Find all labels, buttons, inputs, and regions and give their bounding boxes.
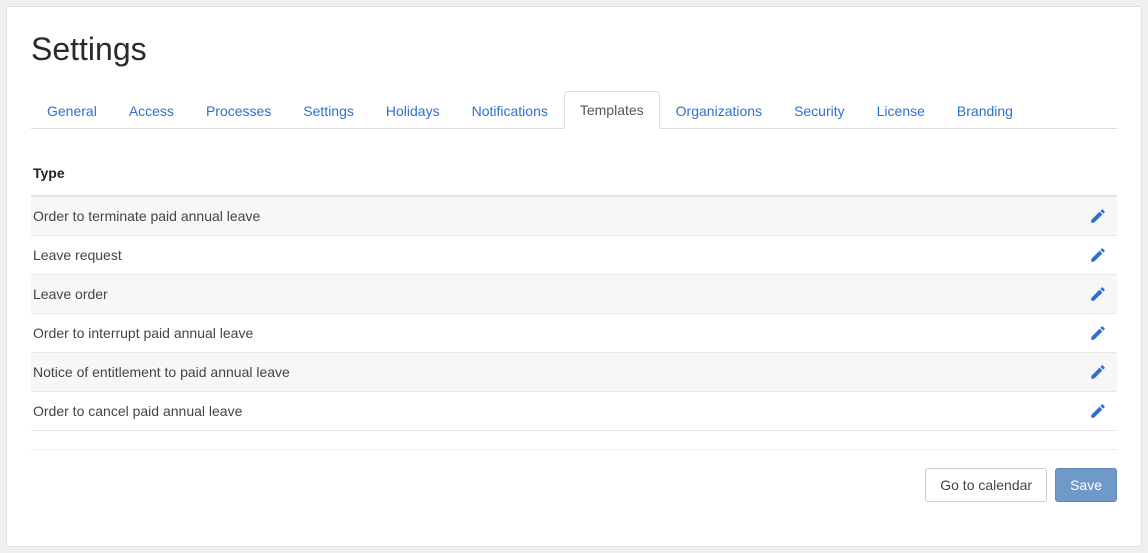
tab-security[interactable]: Security xyxy=(778,92,861,129)
row-label: Leave order xyxy=(33,286,1089,302)
pencil-icon[interactable] xyxy=(1089,363,1107,381)
tab-organizations[interactable]: Organizations xyxy=(660,92,778,129)
tab-access[interactable]: Access xyxy=(113,92,190,129)
settings-panel: Settings GeneralAccessProcessesSettingsH… xyxy=(6,6,1142,547)
tab-processes[interactable]: Processes xyxy=(190,92,287,129)
go-to-calendar-button[interactable]: Go to calendar xyxy=(925,468,1047,502)
row-label: Order to terminate paid annual leave xyxy=(33,208,1089,224)
pencil-icon[interactable] xyxy=(1089,207,1107,225)
table-row: Leave request xyxy=(31,236,1117,275)
table-row: Order to interrupt paid annual leave xyxy=(31,314,1117,353)
tabs-bar: GeneralAccessProcessesSettingsHolidaysNo… xyxy=(31,90,1117,129)
table-row: Order to terminate paid annual leave xyxy=(31,197,1117,236)
table-row: Leave order xyxy=(31,275,1117,314)
row-label: Notice of entitlement to paid annual lea… xyxy=(33,364,1089,380)
row-label: Leave request xyxy=(33,247,1089,263)
tab-templates[interactable]: Templates xyxy=(564,91,660,129)
templates-table: Type Order to terminate paid annual leav… xyxy=(31,165,1117,431)
pencil-icon[interactable] xyxy=(1089,246,1107,264)
tab-notifications[interactable]: Notifications xyxy=(456,92,564,129)
tab-general[interactable]: General xyxy=(31,92,113,129)
tab-license[interactable]: License xyxy=(861,92,941,129)
tab-branding[interactable]: Branding xyxy=(941,92,1029,129)
table-row: Notice of entitlement to paid annual lea… xyxy=(31,353,1117,392)
tab-settings[interactable]: Settings xyxy=(287,92,370,129)
pencil-icon[interactable] xyxy=(1089,324,1107,342)
table-header-type: Type xyxy=(31,165,1117,197)
footer-actions: Go to calendar Save xyxy=(31,449,1117,502)
save-button[interactable]: Save xyxy=(1055,468,1117,502)
row-label: Order to interrupt paid annual leave xyxy=(33,325,1089,341)
page-title: Settings xyxy=(31,31,1117,68)
tab-holidays[interactable]: Holidays xyxy=(370,92,456,129)
pencil-icon[interactable] xyxy=(1089,285,1107,303)
pencil-icon[interactable] xyxy=(1089,402,1107,420)
table-row: Order to cancel paid annual leave xyxy=(31,392,1117,431)
row-label: Order to cancel paid annual leave xyxy=(33,403,1089,419)
